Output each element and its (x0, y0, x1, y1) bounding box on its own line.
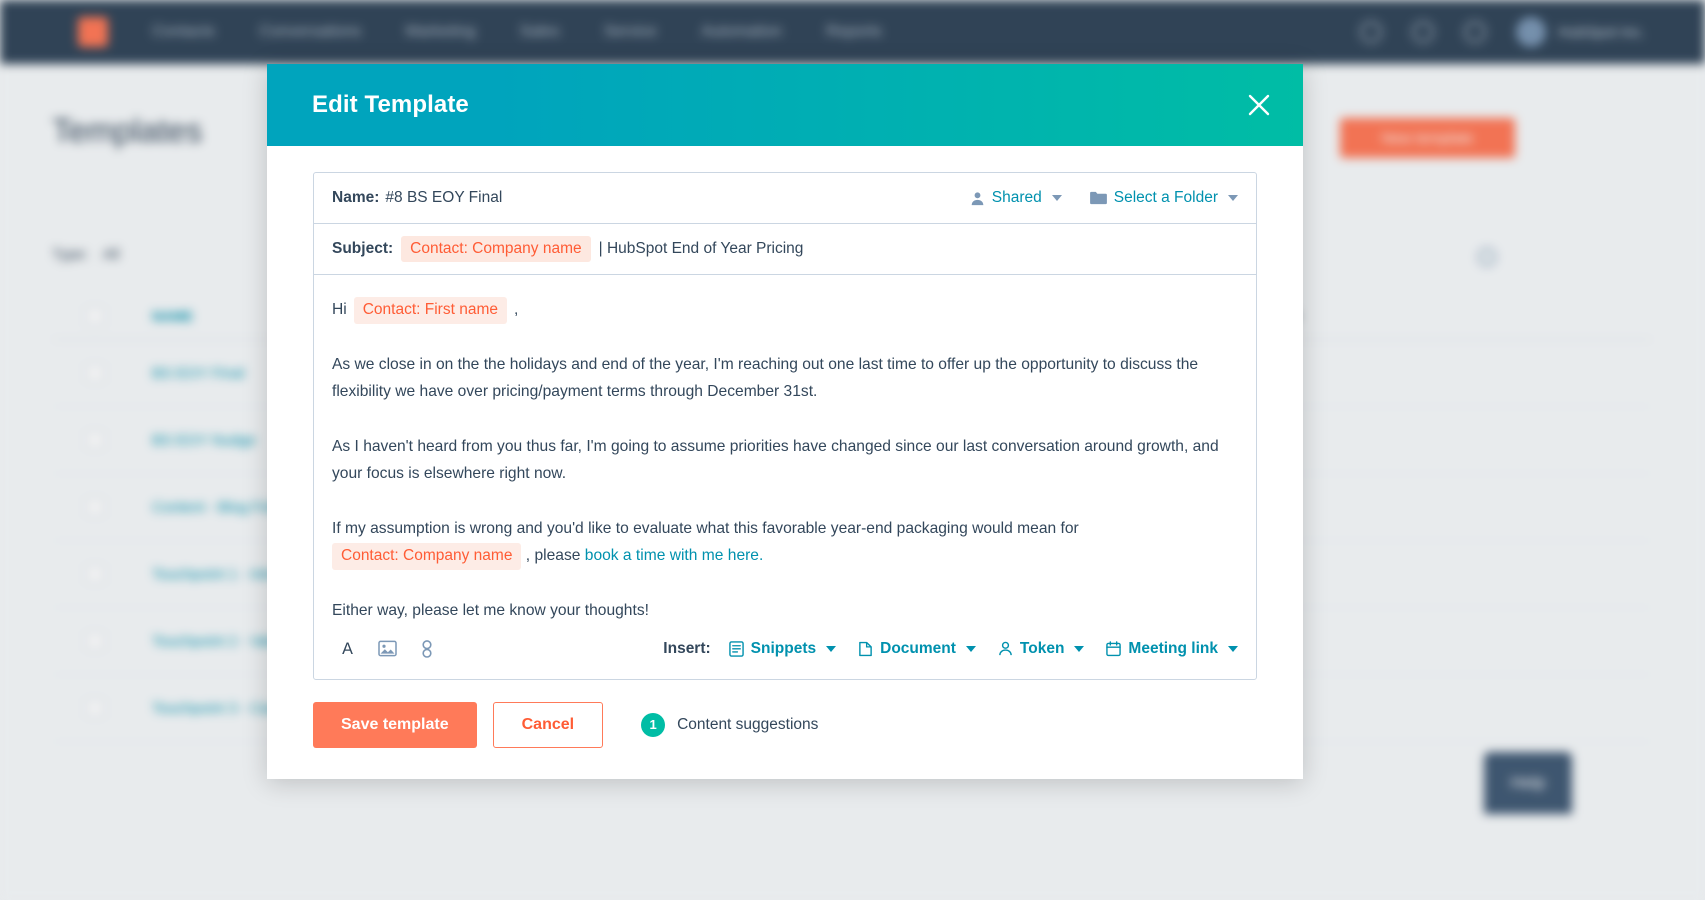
folder-dropdown[interactable]: Select a Folder (1089, 189, 1238, 207)
insert-label: Insert: (663, 639, 711, 657)
insert-meeting-link-button[interactable]: Meeting link (1106, 640, 1238, 658)
subject-label: Subject: (332, 239, 394, 257)
save-template-button[interactable]: Save template (313, 701, 477, 748)
body-greeting: Hi Contact: First name , (332, 297, 1238, 324)
insert-link-icon[interactable] (412, 635, 442, 663)
meeting-link[interactable]: book a time with me here. (585, 547, 764, 564)
insert-group: Insert: Snippets Document Token Meeting … (663, 640, 1238, 658)
insert-snippets-button[interactable]: Snippets (728, 639, 837, 658)
body-paragraph-1: As we close in on the the holidays and e… (332, 355, 1199, 400)
document-icon (858, 641, 873, 657)
body-paragraph-2: As I haven't heard from you thus far, I'… (332, 437, 1219, 482)
insert-token-button[interactable]: Token (998, 640, 1085, 658)
paragraph-3-text-a: If my assumption is wrong and you'd like… (332, 519, 1079, 537)
svg-text:A: A (342, 640, 353, 658)
personalization-token[interactable]: Contact: Company name (332, 542, 522, 570)
insert-token-label: Token (1019, 639, 1065, 657)
personalization-token[interactable]: Contact: Company name (401, 235, 591, 263)
modal-title: Edit Template (312, 91, 469, 118)
edit-template-modal: Edit Template Name: #8 BS EOY Final Shar… (267, 64, 1303, 779)
sharing-dropdown[interactable]: Shared (970, 189, 1062, 207)
content-suggestions-label: Content suggestions (677, 715, 819, 733)
chevron-down-icon (826, 645, 837, 652)
folder-label: Select a Folder (1113, 189, 1218, 206)
paragraph-3-text-b: , please (525, 546, 581, 564)
person-icon (970, 191, 985, 206)
chevron-down-icon (1228, 195, 1238, 201)
chevron-down-icon (1051, 195, 1062, 201)
insert-meeting-link-label: Meeting link (1128, 639, 1218, 657)
status-badge: 1 (641, 712, 666, 737)
folder-icon (1089, 191, 1107, 205)
content-suggestions[interactable]: 1 Content suggestions (641, 712, 819, 737)
editor-toolbar: A Insert: Snippets Document Token Meetin… (314, 625, 1256, 679)
chevron-down-icon (1074, 645, 1085, 652)
insert-document-button[interactable]: Document (858, 640, 976, 658)
modal-footer: Save template Cancel 1 Content suggestio… (267, 680, 1303, 782)
meeting-link-icon (1106, 641, 1122, 657)
template-subject-row[interactable]: Subject: Contact: Company name | HubSpot… (314, 224, 1256, 275)
personalization-token[interactable]: Contact: First name (353, 297, 507, 324)
insert-image-icon[interactable] (372, 635, 402, 663)
close-icon[interactable] (1239, 85, 1279, 125)
chevron-down-icon (965, 645, 976, 652)
template-editor-card: Name: #8 BS EOY Final Shared Select a Fo… (313, 172, 1257, 680)
subject-content: Subject: Contact: Company name | HubSpot… (332, 235, 804, 263)
body-paragraph-4: Either way, please let me know your thou… (332, 601, 649, 619)
name-label: Name: (332, 189, 380, 206)
snippets-icon (728, 641, 744, 657)
token-icon (998, 641, 1013, 656)
cancel-button[interactable]: Cancel (492, 701, 604, 748)
template-body-editor[interactable]: Hi Contact: First name , As we close in … (314, 275, 1256, 625)
font-color-icon[interactable]: A (332, 635, 362, 663)
name-value[interactable]: #8 BS EOY Final (385, 189, 502, 207)
insert-snippets-label: Snippets (750, 639, 817, 657)
greeting-prefix: Hi (332, 301, 347, 318)
chevron-down-icon (1228, 645, 1238, 652)
modal-header: Edit Template (267, 64, 1303, 146)
greeting-suffix: , (513, 301, 519, 318)
modal-body: Name: #8 BS EOY Final Shared Select a Fo… (267, 146, 1303, 680)
template-name-row: Name: #8 BS EOY Final Shared Select a Fo… (314, 173, 1256, 224)
insert-document-label: Document (880, 639, 956, 657)
sharing-label: Shared (991, 189, 1042, 206)
body-paragraph-3: If my assumption is wrong and you'd like… (332, 516, 1238, 570)
subject-rest: | HubSpot End of Year Pricing (598, 239, 804, 257)
